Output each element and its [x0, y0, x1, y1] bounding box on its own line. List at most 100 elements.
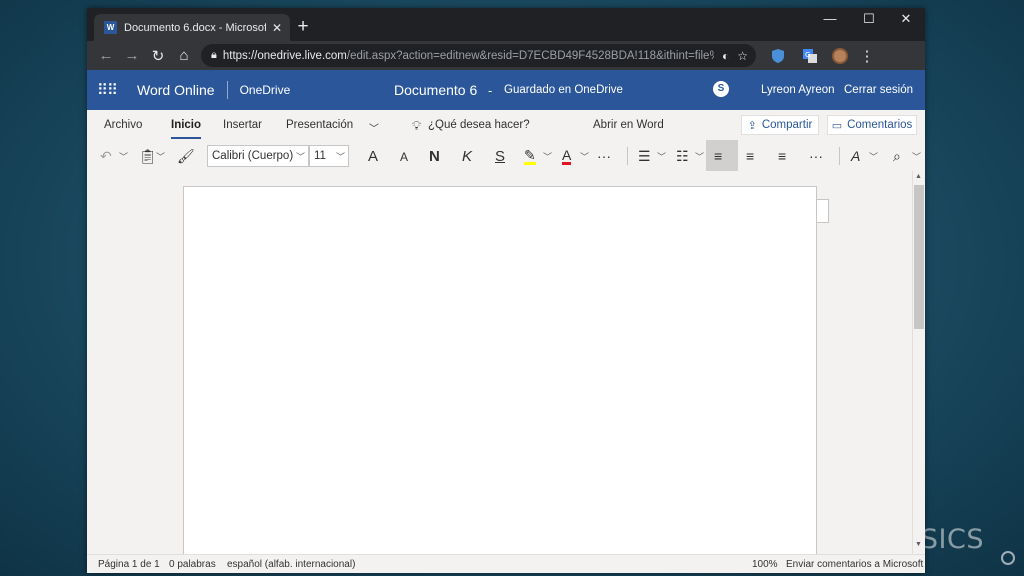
highlight-chevron-down-icon[interactable]: ﹀ — [543, 150, 552, 163]
scroll-down-icon[interactable]: ▼ — [915, 541, 922, 548]
more-tabs-chevron-down-icon[interactable]: ﹀ — [369, 120, 379, 135]
watermark-pin-icon — [1001, 551, 1015, 565]
active-tab-indicator — [171, 137, 201, 139]
toolbar-divider — [839, 147, 840, 165]
underline-button[interactable]: S — [495, 148, 505, 165]
user-name[interactable]: Lyreon Ayreon — [761, 84, 835, 96]
font-color-icon[interactable]: A — [562, 148, 572, 165]
more-paragraph-options-button[interactable]: ··· — [809, 148, 823, 164]
app-launcher-icon[interactable]: ⠿⠿ — [87, 81, 127, 99]
tab-archivo[interactable]: Archivo — [104, 119, 142, 131]
title-dash: - — [488, 83, 493, 98]
undo-icon[interactable]: ↶ — [100, 148, 112, 165]
zoom-level[interactable]: 100% — [752, 559, 778, 570]
url-path: /edit.aspx?action=editnew&resid=D7ECBD49… — [346, 49, 714, 62]
vertical-scrollbar[interactable]: ▲ ▼ — [912, 171, 925, 554]
font-name-select[interactable]: Calibri (Cuerpo) ﹀ — [207, 145, 309, 167]
share-label: Compartir — [761, 119, 813, 131]
address-bar[interactable]: 🔒︎ https://onedrive.live.com /edit.aspx?… — [201, 44, 756, 67]
feedback-link[interactable]: Enviar comentarios a Microsoft — [786, 559, 923, 570]
word-header: ⠿⠿ Word Online OneDrive Documento 6 - Gu… — [87, 70, 925, 110]
align-right-icon[interactable]: ≡ — [778, 148, 786, 164]
app-name[interactable]: Word Online — [137, 82, 215, 98]
tab-strip: W Documento 6.docx - Microsoft Word ✕ + … — [87, 8, 925, 41]
document-page[interactable] — [183, 186, 817, 566]
undo-chevron-down-icon[interactable]: ﹀ — [119, 150, 128, 163]
profile-avatar[interactable] — [832, 47, 848, 64]
language-indicator[interactable]: español (alfab. internacional) — [227, 559, 355, 570]
comment-icon: ▭ — [831, 119, 843, 132]
document-title[interactable]: Documento 6 — [394, 82, 477, 98]
sign-out-link[interactable]: Cerrar sesión — [844, 84, 913, 96]
bullets-list-icon[interactable]: ☰ — [638, 148, 651, 165]
open-in-word-button[interactable]: Abrir en Word — [593, 119, 664, 131]
onedrive-link[interactable]: OneDrive — [240, 83, 291, 97]
close-window-icon[interactable]: ✕ — [891, 11, 921, 27]
skype-icon[interactable]: S — [713, 81, 729, 97]
comments-label: Comentarios — [847, 119, 913, 131]
format-painter-icon[interactable]: 🖌︎ — [177, 148, 195, 165]
tab-inicio[interactable]: Inicio — [171, 119, 201, 131]
minimize-icon[interactable]: — — [815, 11, 845, 26]
forward-arrow-icon[interactable]: → — [119, 47, 145, 64]
align-center-icon[interactable]: ≡ — [746, 148, 754, 164]
font-size-value: 11 — [314, 150, 326, 162]
formatting-toolbar: ↶ ﹀ 📋︎ ﹀ 🖌︎ Calibri (Cuerpo) ﹀ 11 ﹀ A A … — [87, 140, 925, 172]
tab-presentacion[interactable]: Presentación — [286, 119, 353, 131]
font-size-chevron-down-icon: ﹀ — [335, 152, 345, 162]
numbered-list-icon[interactable]: ☷ — [676, 148, 689, 165]
shrink-font-icon[interactable]: A — [400, 150, 408, 164]
lightbulb-icon: 💡︎ — [412, 118, 422, 133]
paste-chevron-down-icon[interactable]: ﹀ — [156, 150, 165, 163]
bold-button[interactable]: N — [429, 148, 440, 165]
share-icon: ⇪ — [747, 119, 757, 132]
maximize-icon[interactable]: ☐ — [854, 11, 884, 27]
word-count: 0 palabras — [169, 559, 216, 570]
align-left-icon[interactable]: ≡ — [714, 148, 722, 164]
word-favicon-icon: W — [104, 21, 117, 34]
reload-icon[interactable]: ↻ — [145, 47, 171, 65]
italic-button[interactable]: K — [462, 148, 472, 165]
extension-shield-icon[interactable] — [766, 48, 790, 64]
font-name-value: Calibri (Cuerpo) — [212, 150, 294, 162]
save-status: Guardado en OneDrive — [504, 84, 623, 96]
ribbon-tabs: Archivo Inicio Insertar Presentación ﹀ 💡… — [87, 110, 925, 140]
browser-toolbar: ← → ↻ ⌂ 🔒︎ https://onedrive.live.com /ed… — [87, 41, 925, 70]
bookmark-star-icon[interactable]: ☆ — [737, 49, 748, 63]
kebab-menu-icon[interactable]: ⋮ — [854, 47, 880, 65]
grow-font-icon[interactable]: A — [368, 148, 378, 165]
page-margin-tab — [817, 199, 829, 223]
new-tab-button[interactable]: + — [293, 16, 313, 38]
tab-title: Documento 6.docx - Microsoft Word — [124, 21, 266, 34]
share-button[interactable]: ⇪ Compartir — [741, 115, 819, 135]
comments-button[interactable]: ▭ Comentarios — [827, 115, 917, 135]
tab-close-icon[interactable]: ✕ — [272, 21, 282, 35]
paste-clipboard-icon[interactable]: 📋︎ — [139, 148, 157, 165]
toolbar-divider — [627, 147, 628, 165]
find-chevron-down-icon[interactable]: ﹀ — [912, 150, 921, 163]
scrollbar-thumb[interactable] — [914, 185, 924, 329]
font-size-select[interactable]: 11 ﹀ — [309, 145, 349, 167]
status-bar: Página 1 de 1 0 palabras español (alfab.… — [87, 554, 925, 573]
document-canvas: ▲ ▼ — [87, 171, 925, 566]
page-count: Página 1 de 1 — [98, 559, 160, 570]
cookie-blocked-icon[interactable]: ◐ — [722, 49, 729, 63]
numbering-chevron-down-icon[interactable]: ﹀ — [695, 150, 704, 163]
more-font-options-button[interactable]: ··· — [597, 148, 611, 164]
bullets-chevron-down-icon[interactable]: ﹀ — [657, 150, 666, 163]
scroll-up-icon[interactable]: ▲ — [915, 173, 922, 180]
tell-me-search[interactable]: ¿Qué desea hacer? — [428, 119, 530, 131]
browser-window: W Documento 6.docx - Microsoft Word ✕ + … — [87, 8, 925, 573]
find-search-icon[interactable]: ⌕ — [893, 148, 901, 165]
home-icon[interactable]: ⌂ — [171, 47, 197, 64]
browser-tab[interactable]: W Documento 6.docx - Microsoft Word ✕ — [94, 14, 290, 41]
highlight-icon[interactable]: ✎ — [524, 148, 536, 165]
styles-icon[interactable]: A — [851, 148, 860, 164]
url-host: https://onedrive.live.com — [222, 49, 347, 62]
font-color-chevron-down-icon[interactable]: ﹀ — [580, 150, 589, 163]
styles-chevron-down-icon[interactable]: ﹀ — [869, 150, 878, 163]
back-arrow-icon[interactable]: ← — [93, 47, 119, 64]
lock-icon[interactable]: 🔒︎ — [211, 49, 217, 62]
extension-translate-icon[interactable]: G — [798, 48, 822, 64]
tab-insertar[interactable]: Insertar — [223, 119, 262, 131]
